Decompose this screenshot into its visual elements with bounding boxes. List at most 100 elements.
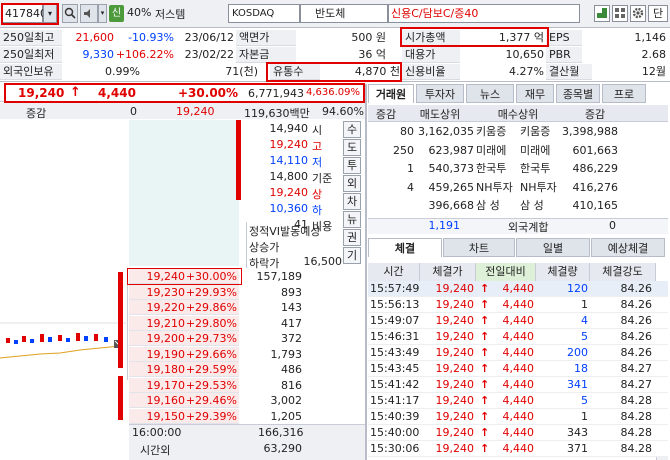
label-250-high: 250일최고 [0, 30, 62, 46]
side-button[interactable]: 기 [343, 247, 361, 264]
trade-strength: 84.28 [620, 410, 653, 423]
bid-qty: 1,793 [270, 347, 303, 361]
broker-buy-name: 미래에 [520, 143, 551, 157]
trade-time: 15:43:45 [370, 362, 420, 375]
trade-strength: 84.28 [620, 426, 653, 439]
side-button[interactable]: 도 [343, 139, 361, 156]
single-button[interactable]: 단 [648, 5, 668, 22]
tab-2[interactable]: 뉴스 [466, 84, 514, 103]
foreign-value: 0 [609, 219, 616, 232]
broker-buy-qty: 410,165 [572, 199, 619, 212]
speaker-icon[interactable] [80, 4, 98, 23]
credit-badge: 신 [109, 5, 124, 22]
pct-250-high: -10.93% [128, 31, 174, 44]
trade-price: 19,240 [435, 330, 475, 343]
table-row: 15:57:49 19,240 ↑ 4,440 120 84.26 [368, 281, 668, 297]
table-row: 19,220 +29.86% [129, 300, 239, 315]
up-arrow-icon: ↑ [480, 282, 490, 295]
trade-strength: 84.28 [620, 442, 653, 455]
label-substitute-price: 대용가 [402, 47, 460, 63]
ask-volume-bar [236, 120, 241, 200]
search-icon[interactable] [62, 4, 78, 23]
ob-footer-after-qty: 63,290 [263, 442, 303, 455]
chart-icon[interactable] [594, 5, 610, 22]
broker-sell-name: 한국투 [476, 162, 507, 175]
side-button[interactable]: 외 [343, 175, 361, 192]
side-button[interactable]: 수 [343, 121, 361, 138]
trade-qty: 5 [581, 330, 588, 343]
trade-time: 15:46:31 [370, 330, 420, 343]
trades-head-cell: 시간 [368, 263, 420, 281]
bid-qty: 893 [281, 285, 302, 299]
trade-price: 19,240 [435, 426, 475, 439]
summary-label: 시 [312, 124, 323, 137]
bid-price: 19,230 [146, 285, 186, 299]
speaker-dropdown-icon[interactable]: ▾ [98, 4, 107, 23]
trade-strength: 84.27 [620, 362, 653, 375]
table-row: 15:40:39 19,240 ↑ 4,440 1 84.28 [368, 409, 668, 425]
trade-time: 15:57:49 [370, 282, 420, 295]
trade-tab-1[interactable]: 차트 [443, 238, 515, 257]
grid-icon[interactable] [612, 5, 628, 22]
change-label: 증감 [26, 107, 47, 120]
broker-buy-name: NH투자 [520, 180, 557, 194]
table-row: 15:56:13 19,240 ↑ 4,440 1 84.26 [368, 297, 668, 313]
up-arrow-icon: ↑ [480, 378, 490, 391]
chevron-down-icon[interactable]: ▾ [43, 4, 57, 23]
broker-buy-qty: 3,398,988 [562, 125, 618, 138]
side-button[interactable]: 뉴 [343, 211, 361, 228]
bid-qty: 372 [281, 332, 302, 345]
trade-price: 19,240 [435, 282, 475, 295]
trade-price: 19,240 [435, 346, 475, 359]
trade-tab-3[interactable]: 예상체결 [591, 238, 665, 257]
broker-header-cell: 증감 [375, 108, 397, 121]
trade-price: 19,240 [435, 410, 475, 423]
trade-price: 19,240 [435, 362, 475, 375]
trade-tab-0[interactable]: 체결 [368, 238, 442, 257]
tab-3[interactable]: 재무 [516, 84, 554, 103]
trades-head-cell: 전일대비 [476, 263, 536, 281]
ask-shade [129, 120, 239, 266]
side-button[interactable]: 권 [343, 229, 361, 246]
foreign-qty: 1,191 [428, 219, 461, 232]
bid-pct: +29.73% [185, 332, 237, 345]
bid-qty: 157,189 [256, 270, 303, 283]
tab-0[interactable]: 거래원 [368, 84, 414, 103]
up-arrow-icon: ↑ [480, 394, 490, 407]
trade-tab-2[interactable]: 일별 [516, 238, 590, 257]
table-row: 19,190 +29.66% [129, 346, 239, 362]
vi-up-label: 상승가 [249, 241, 280, 254]
trade-price: 19,240 [435, 378, 475, 391]
value-credit-ratio: 4.27% [509, 65, 544, 78]
bid-pct: +29.53% [185, 378, 237, 392]
table-row: 19,230 +29.93% [129, 284, 239, 300]
change-v2: 19,240 [176, 105, 215, 118]
summary-price: 14,800 [269, 170, 309, 183]
bid-bar-left [118, 272, 123, 368]
trade-strength: 84.26 [620, 330, 653, 343]
bid-pct: +29.46% [185, 394, 237, 407]
trade-strength: 84.28 [620, 394, 653, 407]
side-button[interactable]: 투 [343, 157, 361, 174]
bid-price: 19,210 [146, 316, 186, 330]
label-foreign-holding: 외국인보유 [0, 64, 62, 80]
label-market-cap: 시가총액 [402, 30, 460, 46]
broker-sell-name: 키움증 [476, 125, 507, 138]
summary-price: 19,240 [269, 138, 309, 151]
label-250-low: 250일최저 [0, 47, 62, 63]
broker-chg [370, 198, 414, 214]
bid-pct: +29.59% [185, 363, 237, 376]
stock-code-input[interactable]: 417840 [2, 4, 47, 23]
up-arrow-icon: ↑ [480, 426, 490, 439]
change-v3: 119,630백만 [244, 107, 310, 120]
tab-4[interactable]: 종목별 [556, 84, 600, 103]
table-row: 19,160 +29.46% [129, 393, 239, 408]
tab-5[interactable]: 프로 [602, 84, 646, 103]
side-button[interactable]: 차 [343, 193, 361, 210]
trade-time: 15:41:17 [370, 394, 420, 407]
tab-1[interactable]: 투자자 [416, 84, 464, 103]
broker-sell-name: 미래에 [476, 143, 507, 157]
gear-icon[interactable] [630, 5, 646, 22]
summary-label: 상 [312, 188, 323, 201]
bid-price: 19,240 [146, 270, 186, 283]
